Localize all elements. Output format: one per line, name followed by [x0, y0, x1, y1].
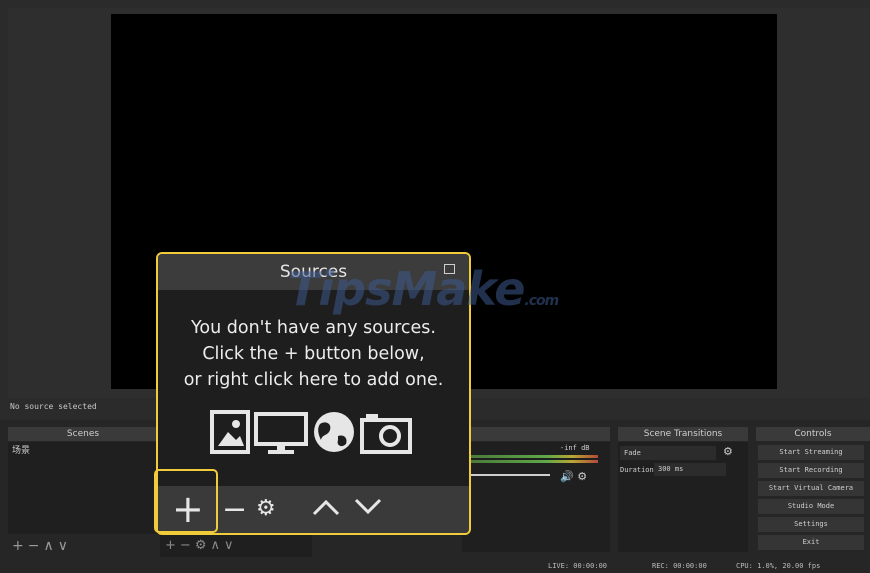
- empty-message-line-3: or right click here to add one.: [183, 370, 444, 390]
- volume-meter-2: [470, 460, 598, 463]
- remove-source-button[interactable]: −: [222, 488, 247, 532]
- studio-mode-button[interactable]: Studio Mode: [758, 499, 864, 514]
- volume-meter-1: [470, 455, 598, 458]
- camera-icon: [360, 410, 412, 456]
- source-properties-button-small[interactable]: ⚙: [195, 538, 211, 553]
- transition-select[interactable]: Fade: [620, 446, 716, 460]
- start-streaming-button[interactable]: Start Streaming: [758, 445, 864, 460]
- add-source-button-small[interactable]: +: [165, 538, 180, 553]
- scenes-dock-header: Scenes: [8, 427, 158, 441]
- sources-dock-toolbar-background: +−⚙∧∨: [165, 538, 238, 553]
- empty-message-line-2: Click the + button below,: [202, 344, 425, 364]
- remove-source-button-small[interactable]: −: [180, 538, 195, 553]
- move-scene-down-button[interactable]: ∨: [58, 538, 72, 554]
- add-scene-button[interactable]: +: [12, 538, 28, 554]
- live-timer: LIVE: 00:00:00: [548, 562, 608, 570]
- mixer-icons: 🔊 ⚙: [560, 470, 587, 483]
- scenes-list[interactable]: [8, 442, 158, 534]
- source-properties-gear-icon[interactable]: ⚙: [256, 496, 276, 521]
- move-source-up-button-small[interactable]: ∧: [210, 538, 224, 553]
- move-source-down-button[interactable]: [354, 498, 382, 520]
- status-bar: LIVE: 00:00:00 REC: 00:00:00 CPU: 1.0%, …: [0, 560, 870, 573]
- duration-label: Duration: [620, 466, 654, 474]
- no-source-label: No source selected: [10, 402, 97, 411]
- scene-item[interactable]: 场景: [12, 443, 30, 456]
- exit-button[interactable]: Exit: [758, 535, 864, 550]
- watermark: TipsMake.com: [288, 262, 559, 316]
- transition-gear-icon[interactable]: ⚙: [723, 445, 733, 458]
- move-source-down-button-small[interactable]: ∨: [224, 538, 238, 553]
- start-virtual-camera-button[interactable]: Start Virtual Camera: [758, 481, 864, 496]
- monitor-icon: [254, 410, 308, 456]
- watermark-text: TipsMake: [288, 262, 525, 316]
- start-recording-button[interactable]: Start Recording: [758, 463, 864, 478]
- sources-empty-message: You don't have any sources. Click the + …: [158, 315, 469, 393]
- move-scene-up-button[interactable]: ∧: [43, 538, 57, 554]
- rec-timer: REC: 00:00:00: [652, 562, 707, 570]
- globe-icon: [312, 410, 356, 456]
- duration-input[interactable]: 300 ms: [654, 463, 726, 476]
- add-button-highlight: [154, 469, 218, 533]
- volume-slider[interactable]: [470, 474, 550, 476]
- mixer-gear-icon[interactable]: ⚙: [577, 470, 587, 483]
- settings-button[interactable]: Settings: [758, 517, 864, 532]
- move-source-up-button[interactable]: [312, 498, 340, 520]
- cpu-readout: CPU: 1.0%, 20.00 fps: [736, 562, 821, 570]
- mixer-dock-header: [462, 427, 610, 441]
- scenes-toolbar: +−∧∨: [12, 538, 72, 554]
- image-icon: [210, 410, 250, 456]
- speaker-icon[interactable]: 🔊: [560, 470, 574, 483]
- empty-message-line-1: You don't have any sources.: [191, 318, 436, 338]
- mixer-db-readout: -inf dB: [560, 444, 590, 452]
- remove-scene-button[interactable]: −: [28, 538, 44, 554]
- audio-mixer: [462, 442, 610, 552]
- scene-transitions-header: Scene Transitions: [618, 427, 748, 441]
- watermark-suffix: .com: [524, 293, 559, 309]
- controls-header: Controls: [756, 427, 870, 441]
- source-type-icons: [210, 410, 412, 456]
